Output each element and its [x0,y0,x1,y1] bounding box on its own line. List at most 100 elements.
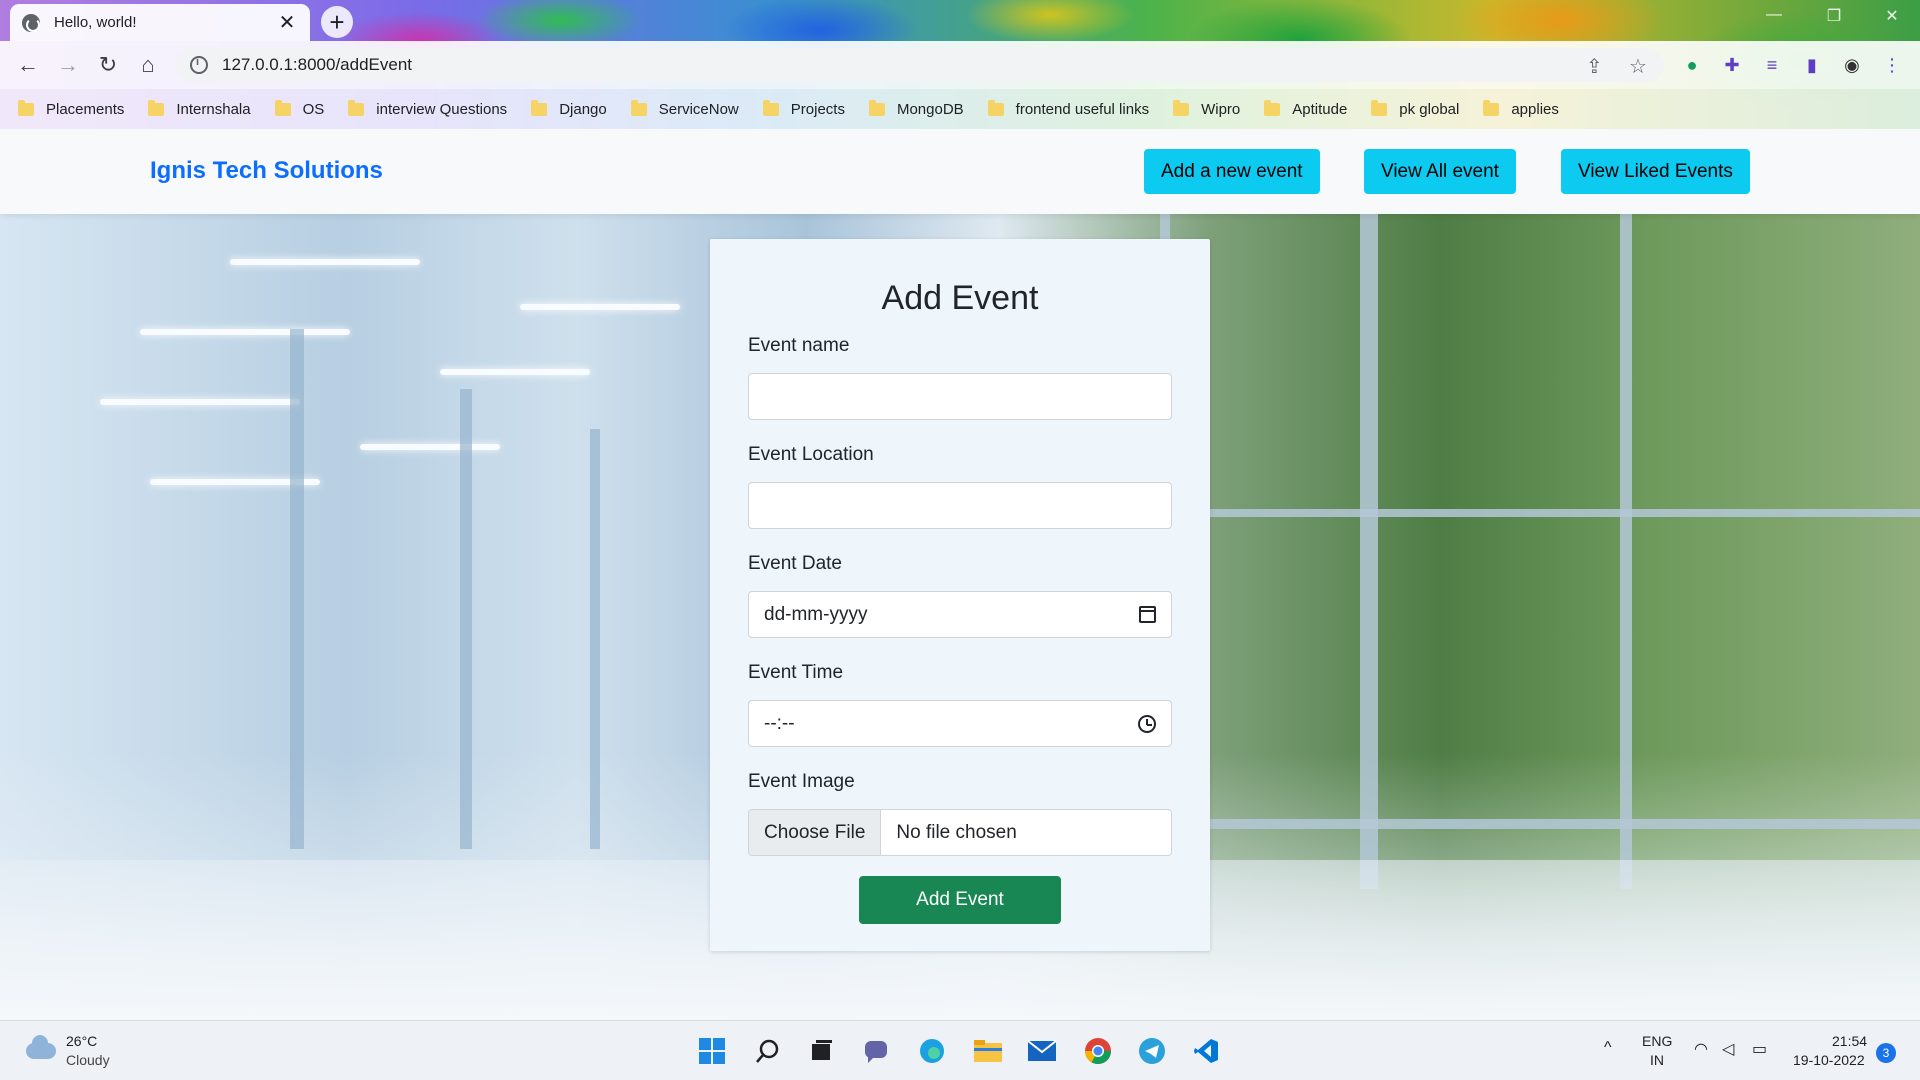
address-bar[interactable]: 127.0.0.1:8000/addEvent ⇪ ☆ [176,48,1664,82]
chrome-icon[interactable] [1082,1035,1114,1067]
add-new-event-button[interactable]: Add a new event [1144,149,1320,194]
reload-icon[interactable]: ↻ [94,51,122,79]
restore-icon[interactable]: ❐ [1822,6,1846,30]
forward-icon[interactable]: → [54,51,82,79]
bookmark-item[interactable]: MongoDB [868,99,964,118]
tab-title: Hello, world! [54,14,137,31]
event-image-input[interactable]: Choose File No file chosen [748,809,1172,856]
edge-icon[interactable] [916,1035,948,1067]
browser-toolbar: ← → ↻ ⌂ 127.0.0.1:8000/addEvent ⇪ ☆ ● ✚ … [0,41,1920,89]
bookmark-item[interactable]: OS [274,99,324,118]
region-indicator[interactable]: IN [1650,1052,1664,1068]
bookmark-item[interactable]: Placements [18,99,124,118]
back-icon[interactable]: ← [14,51,42,79]
event-image-label: Event Image [748,771,855,792]
task-view-icon[interactable] [806,1035,838,1067]
mail-icon[interactable] [1026,1035,1058,1067]
event-date-input[interactable]: dd-mm-yyyy [748,591,1172,638]
calendar-icon[interactable] [1139,606,1156,623]
url-text: 127.0.0.1:8000/addEvent [222,55,412,74]
folder-icon [987,99,1004,116]
clock-date[interactable]: 19-10-2022 [1793,1052,1865,1068]
file-status-text: No file chosen [896,821,1017,843]
vscode-icon[interactable] [1190,1035,1222,1067]
folder-icon [762,99,779,116]
event-name-input[interactable] [748,373,1172,420]
form-title: Add Event [881,279,1039,317]
menu-icon[interactable]: ⋮ [1880,53,1904,77]
globe-icon [22,13,40,32]
window-close-icon[interactable]: ✕ [1880,6,1904,30]
tab-strip: Hello, world! ✕ + — ❐ ✕ [0,0,1920,41]
close-icon[interactable]: ✕ [276,10,298,35]
side-panel-icon[interactable]: ▮ [1800,53,1824,77]
tab-active[interactable]: Hello, world! ✕ [10,4,310,41]
grammarly-icon[interactable]: ● [1680,53,1704,77]
folder-icon [1173,99,1190,116]
bookmark-item[interactable]: interview Questions [348,99,507,118]
view-liked-events-button[interactable]: View Liked Events [1561,149,1750,194]
folder-icon [868,99,885,116]
telegram-icon[interactable] [1136,1035,1168,1067]
brand-link[interactable]: Ignis Tech Solutions [150,157,383,185]
wifi-icon[interactable]: ◠ [1694,1039,1708,1059]
clock-time[interactable]: 21:54 [1832,1033,1867,1049]
folder-icon [18,99,34,116]
puzzle-icon[interactable]: ✚ [1720,53,1744,77]
folder-icon [348,99,365,116]
language-indicator[interactable]: ENG [1642,1033,1672,1049]
folder-icon [1264,99,1281,116]
info-icon[interactable] [190,56,208,74]
bookmarks-bar: Placements Internshala OS interview Ques… [0,89,1920,129]
event-location-input[interactable] [748,482,1172,529]
weather-temperature[interactable]: 26°C [66,1033,97,1049]
time-placeholder: --:-- [764,712,795,734]
browser-chrome: Hello, world! ✕ + — ❐ ✕ ← → ↻ ⌂ 127.0.0.… [0,0,1920,129]
date-placeholder: dd-mm-yyyy [764,603,868,625]
event-date-label: Event Date [748,553,842,574]
add-event-submit-button[interactable]: Add Event [859,876,1061,924]
page-viewport: Ignis Tech Solutions Add a new event Vie… [0,129,1920,1020]
windows-start-icon[interactable] [696,1035,728,1067]
event-name-label: Event name [748,335,850,356]
share-icon[interactable]: ⇪ [1586,54,1603,79]
choose-file-button[interactable]: Choose File [749,810,882,855]
cloud-icon[interactable] [26,1035,56,1059]
speaker-icon[interactable]: ◁ [1722,1039,1734,1059]
folder-icon [1371,99,1388,116]
notification-badge[interactable]: 3 [1876,1043,1896,1063]
bookmark-item[interactable]: Internshala [148,99,251,118]
media-icon[interactable]: ≡ [1760,53,1784,77]
windows-taskbar: 26°C Cloudy ^ ENG IN ◠ ◁ ▭ 21:54 19-10-2… [0,1020,1920,1080]
bookmark-item[interactable]: Wipro [1173,99,1240,118]
chevron-up-icon[interactable]: ^ [1604,1039,1612,1057]
view-all-events-button[interactable]: View All event [1364,149,1516,194]
site-navbar: Ignis Tech Solutions Add a new event Vie… [0,129,1920,214]
bookmark-item[interactable]: Projects [762,99,845,118]
star-icon[interactable]: ☆ [1629,54,1647,79]
clock-icon[interactable] [1138,714,1156,733]
event-time-input[interactable]: --:-- [748,700,1172,747]
add-event-form: Add Event Event name Event Location Even… [710,239,1210,951]
event-location-label: Event Location [748,444,874,465]
new-tab-button[interactable]: + [321,6,353,38]
search-icon[interactable] [752,1035,784,1067]
bookmark-item[interactable]: ServiceNow [630,99,739,118]
folder-icon [274,99,291,116]
file-explorer-icon[interactable] [972,1035,1004,1067]
battery-icon[interactable]: ▭ [1752,1039,1767,1059]
folder-icon [1483,99,1500,116]
bookmark-item[interactable]: frontend useful links [987,99,1149,118]
bookmark-item[interactable]: pk global [1371,99,1459,118]
minimize-icon[interactable]: — [1762,6,1786,30]
weather-description[interactable]: Cloudy [66,1052,110,1068]
folder-icon [148,99,165,116]
home-icon[interactable]: ⌂ [134,51,162,79]
avatar[interactable]: ◉ [1840,53,1864,77]
bookmark-item[interactable]: Django [531,99,607,118]
bookmark-item[interactable]: Aptitude [1264,99,1347,118]
chat-icon[interactable] [860,1035,892,1067]
folder-icon [630,99,647,116]
bookmark-item[interactable]: applies [1483,99,1559,118]
folder-icon [531,99,548,116]
